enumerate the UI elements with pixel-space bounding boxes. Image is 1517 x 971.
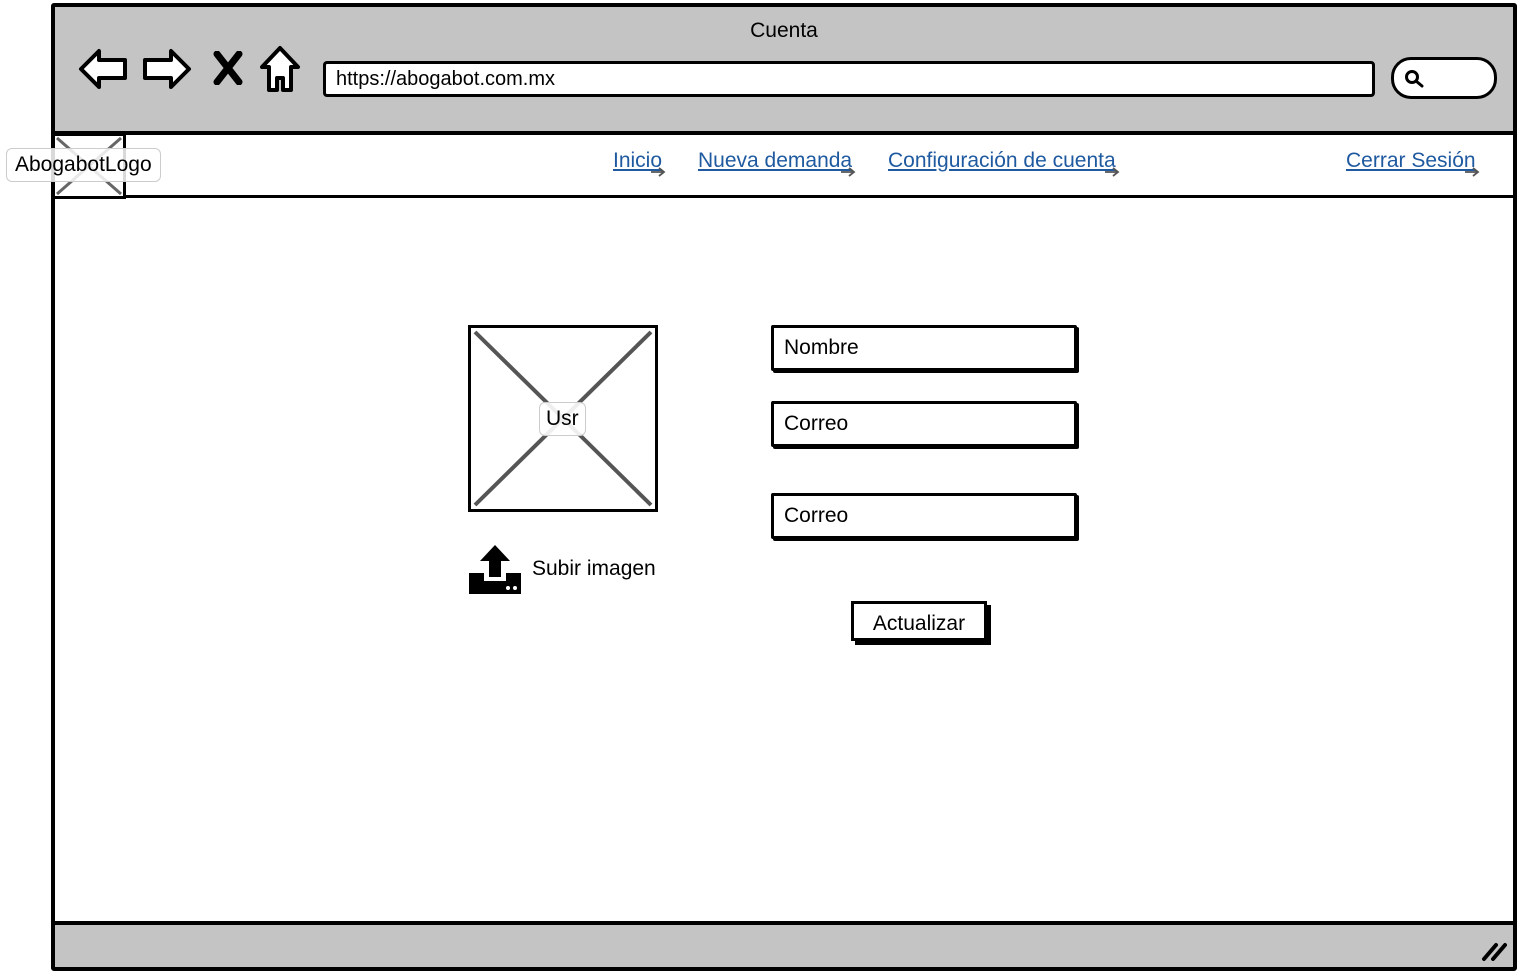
search-box[interactable] xyxy=(1391,57,1497,99)
user-avatar-placeholder: Usr xyxy=(468,325,658,512)
link-arrow-icon xyxy=(1464,167,1480,177)
name-field[interactable] xyxy=(771,325,1077,371)
email-confirm-field[interactable] xyxy=(771,493,1077,539)
nav-link-label: Nueva demanda xyxy=(698,149,853,172)
status-bar xyxy=(55,921,1513,967)
nav-link-inicio[interactable]: Inicio xyxy=(613,149,666,177)
browser-window: Cuenta https://abogabot.com.mx AbogabotL… xyxy=(6,3,1517,971)
browser-chrome: Cuenta https://abogabot.com.mx xyxy=(55,7,1513,135)
link-arrow-icon xyxy=(841,167,856,177)
upload-image-label: Subir imagen xyxy=(532,557,656,580)
home-icon[interactable] xyxy=(259,45,301,93)
update-button[interactable]: Actualizar xyxy=(851,601,987,641)
window-title: Cuenta xyxy=(750,19,818,42)
upload-image-button[interactable]: Subir imagen xyxy=(468,543,656,595)
forward-arrow-icon[interactable] xyxy=(141,47,193,91)
avatar-label: Usr xyxy=(539,402,586,436)
nav-link-nueva-demanda[interactable]: Nueva demanda xyxy=(698,149,856,177)
email-field[interactable] xyxy=(771,401,1077,447)
nav-link-cerrar-sesion[interactable]: Cerrar Sesión xyxy=(1346,149,1480,177)
back-arrow-icon[interactable] xyxy=(77,47,129,91)
nav-link-label: Configuración de cuenta xyxy=(888,149,1116,172)
upload-icon xyxy=(469,545,521,594)
link-arrow-icon xyxy=(1104,167,1120,177)
resize-grip-icon[interactable] xyxy=(1481,939,1507,961)
search-icon xyxy=(1405,70,1424,88)
url-bar[interactable]: https://abogabot.com.mx xyxy=(323,61,1375,97)
stop-x-icon[interactable] xyxy=(213,51,243,85)
link-arrow-icon xyxy=(651,167,666,177)
nav-link-configuracion[interactable]: Configuración de cuenta xyxy=(888,149,1120,177)
nav-link-label: Cerrar Sesión xyxy=(1346,149,1476,172)
logo-label: AbogabotLogo xyxy=(6,148,161,182)
top-navigation-bar: AbogabotLogo Inicio Nueva demanda Config… xyxy=(6,133,1513,199)
